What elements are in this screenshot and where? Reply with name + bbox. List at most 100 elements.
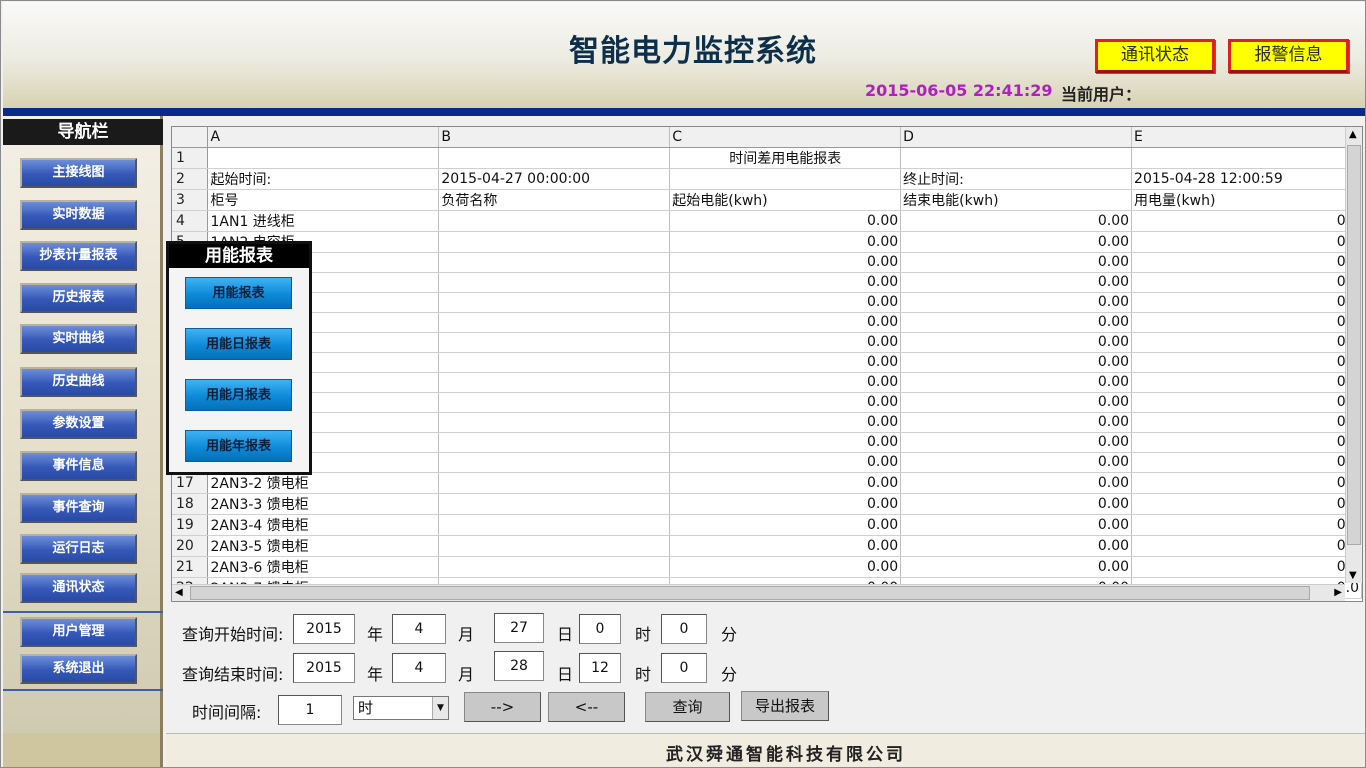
table-cell[interactable]: 0.0: [1131, 352, 1362, 373]
table-cell[interactable]: 0.0: [1131, 392, 1362, 413]
table-cell[interactable]: 时间差用电能报表: [669, 147, 902, 169]
row-header[interactable]: 20: [172, 535, 209, 557]
table-cell[interactable]: [438, 231, 671, 253]
vertical-scroll-thumb[interactable]: [1347, 145, 1361, 545]
nav-run-log[interactable]: 运行日志: [20, 534, 137, 564]
end-minute-input[interactable]: 0: [661, 653, 707, 683]
energy-monthly-report-button[interactable]: 用能月报表: [185, 379, 292, 411]
table-cell[interactable]: 0.00: [900, 432, 1133, 453]
prev-period-button[interactable]: <--: [548, 692, 625, 722]
table-cell[interactable]: 0.0: [1131, 535, 1362, 557]
column-header[interactable]: B: [438, 127, 671, 148]
table-cell[interactable]: 0.0: [1131, 272, 1362, 293]
table-cell[interactable]: [438, 493, 671, 515]
table-cell[interactable]: [438, 556, 671, 578]
nav-event-info[interactable]: 事件信息: [20, 451, 137, 481]
nav-comm-status[interactable]: 通讯状态: [20, 573, 137, 603]
column-header[interactable]: C: [669, 127, 902, 148]
table-cell[interactable]: 0.00: [669, 432, 902, 453]
scroll-right-icon[interactable]: ▶: [1334, 587, 1342, 598]
table-cell[interactable]: 2AN3-4 馈电柜: [207, 514, 440, 536]
table-cell[interactable]: 0.00: [669, 472, 902, 494]
table-cell[interactable]: 0.00: [900, 535, 1133, 557]
end-day-input[interactable]: 28: [494, 651, 544, 681]
table-cell[interactable]: 0.00: [900, 514, 1133, 536]
column-header[interactable]: A: [207, 127, 440, 148]
energy-yearly-report-button[interactable]: 用能年报表: [185, 430, 292, 462]
table-cell[interactable]: 0.00: [669, 372, 902, 393]
table-cell[interactable]: 0.00: [900, 452, 1133, 473]
table-cell[interactable]: [207, 147, 440, 169]
corner-cell[interactable]: [172, 127, 209, 148]
table-cell[interactable]: 0.0: [1131, 332, 1362, 353]
table-cell[interactable]: 0.00: [900, 210, 1133, 232]
table-cell[interactable]: 0.0: [1131, 472, 1362, 494]
table-cell[interactable]: 0.00: [900, 231, 1133, 253]
table-cell[interactable]: 0.00: [900, 292, 1133, 313]
comm-status-button[interactable]: 通讯状态: [1095, 39, 1215, 73]
start-minute-input[interactable]: 0: [661, 614, 707, 644]
energy-daily-report-button[interactable]: 用能日报表: [185, 328, 292, 360]
table-cell[interactable]: 0.0: [1131, 312, 1362, 333]
scroll-up-icon[interactable]: ▲: [1349, 129, 1357, 140]
table-cell[interactable]: 0.00: [900, 252, 1133, 273]
table-cell[interactable]: 0.00: [669, 312, 902, 333]
start-month-input[interactable]: 4: [392, 614, 446, 644]
table-cell[interactable]: 用电量(kwh): [1131, 189, 1362, 211]
table-cell[interactable]: [438, 332, 671, 353]
chevron-down-icon[interactable]: ▼: [432, 697, 448, 719]
table-cell[interactable]: [438, 432, 671, 453]
table-cell[interactable]: 2015-04-28 12:00:59: [1131, 168, 1362, 190]
nav-history-report[interactable]: 历史报表: [20, 283, 137, 313]
table-cell[interactable]: [438, 452, 671, 473]
query-button[interactable]: 查询: [645, 692, 730, 722]
table-cell[interactable]: 0.0: [1131, 252, 1362, 273]
table-cell[interactable]: 0.00: [900, 392, 1133, 413]
table-cell[interactable]: 2AN3-5 馈电柜: [207, 535, 440, 557]
horizontal-scroll-thumb[interactable]: [190, 586, 1310, 600]
nav-system-exit[interactable]: 系统退出: [20, 654, 137, 684]
alarm-info-button[interactable]: 报警信息: [1228, 39, 1349, 73]
table-cell[interactable]: 0.00: [669, 392, 902, 413]
table-cell[interactable]: [438, 514, 671, 536]
table-cell[interactable]: [438, 292, 671, 313]
table-cell[interactable]: 结束电能(kwh): [900, 189, 1133, 211]
table-cell[interactable]: [438, 392, 671, 413]
table-cell[interactable]: [438, 372, 671, 393]
table-cell[interactable]: 0.00: [669, 272, 902, 293]
row-header[interactable]: 1: [172, 147, 209, 169]
interval-unit-select[interactable]: 时 ▼: [353, 696, 449, 720]
table-cell[interactable]: 0.0: [1131, 556, 1362, 578]
table-cell[interactable]: [438, 147, 671, 169]
row-header[interactable]: 19: [172, 514, 209, 536]
table-cell[interactable]: 0.0: [1131, 493, 1362, 515]
nav-param-settings[interactable]: 参数设置: [20, 409, 137, 439]
table-cell[interactable]: [438, 352, 671, 373]
table-cell[interactable]: 0.00: [900, 312, 1133, 333]
table-cell[interactable]: 柜号: [207, 189, 440, 211]
scroll-down-icon[interactable]: ▼: [1349, 570, 1357, 581]
table-cell[interactable]: 0.00: [669, 252, 902, 273]
table-cell[interactable]: [1131, 147, 1362, 169]
nav-meter-report[interactable]: 抄表计量报表: [20, 241, 137, 271]
start-day-input[interactable]: 27: [494, 613, 544, 643]
table-cell[interactable]: 0.00: [900, 352, 1133, 373]
table-cell[interactable]: 0.00: [669, 210, 902, 232]
table-cell[interactable]: [438, 412, 671, 433]
table-cell[interactable]: [438, 210, 671, 232]
table-cell[interactable]: [438, 535, 671, 557]
table-cell[interactable]: 1AN1 进线柜: [207, 210, 440, 232]
nav-history-curve[interactable]: 历史曲线: [20, 367, 137, 397]
table-cell[interactable]: 0.00: [900, 272, 1133, 293]
end-month-input[interactable]: 4: [392, 653, 446, 683]
nav-user-management[interactable]: 用户管理: [20, 617, 137, 647]
column-header[interactable]: E: [1131, 127, 1362, 148]
end-hour-input[interactable]: 12: [579, 653, 621, 683]
row-header[interactable]: 4: [172, 210, 209, 232]
table-cell[interactable]: 0.0: [1131, 432, 1362, 453]
energy-report-button[interactable]: 用能报表: [185, 277, 292, 309]
table-cell[interactable]: 起始电能(kwh): [669, 189, 902, 211]
row-header[interactable]: 21: [172, 556, 209, 578]
nav-main-wiring[interactable]: 主接线图: [20, 158, 137, 188]
table-cell[interactable]: 0.00: [669, 292, 902, 313]
